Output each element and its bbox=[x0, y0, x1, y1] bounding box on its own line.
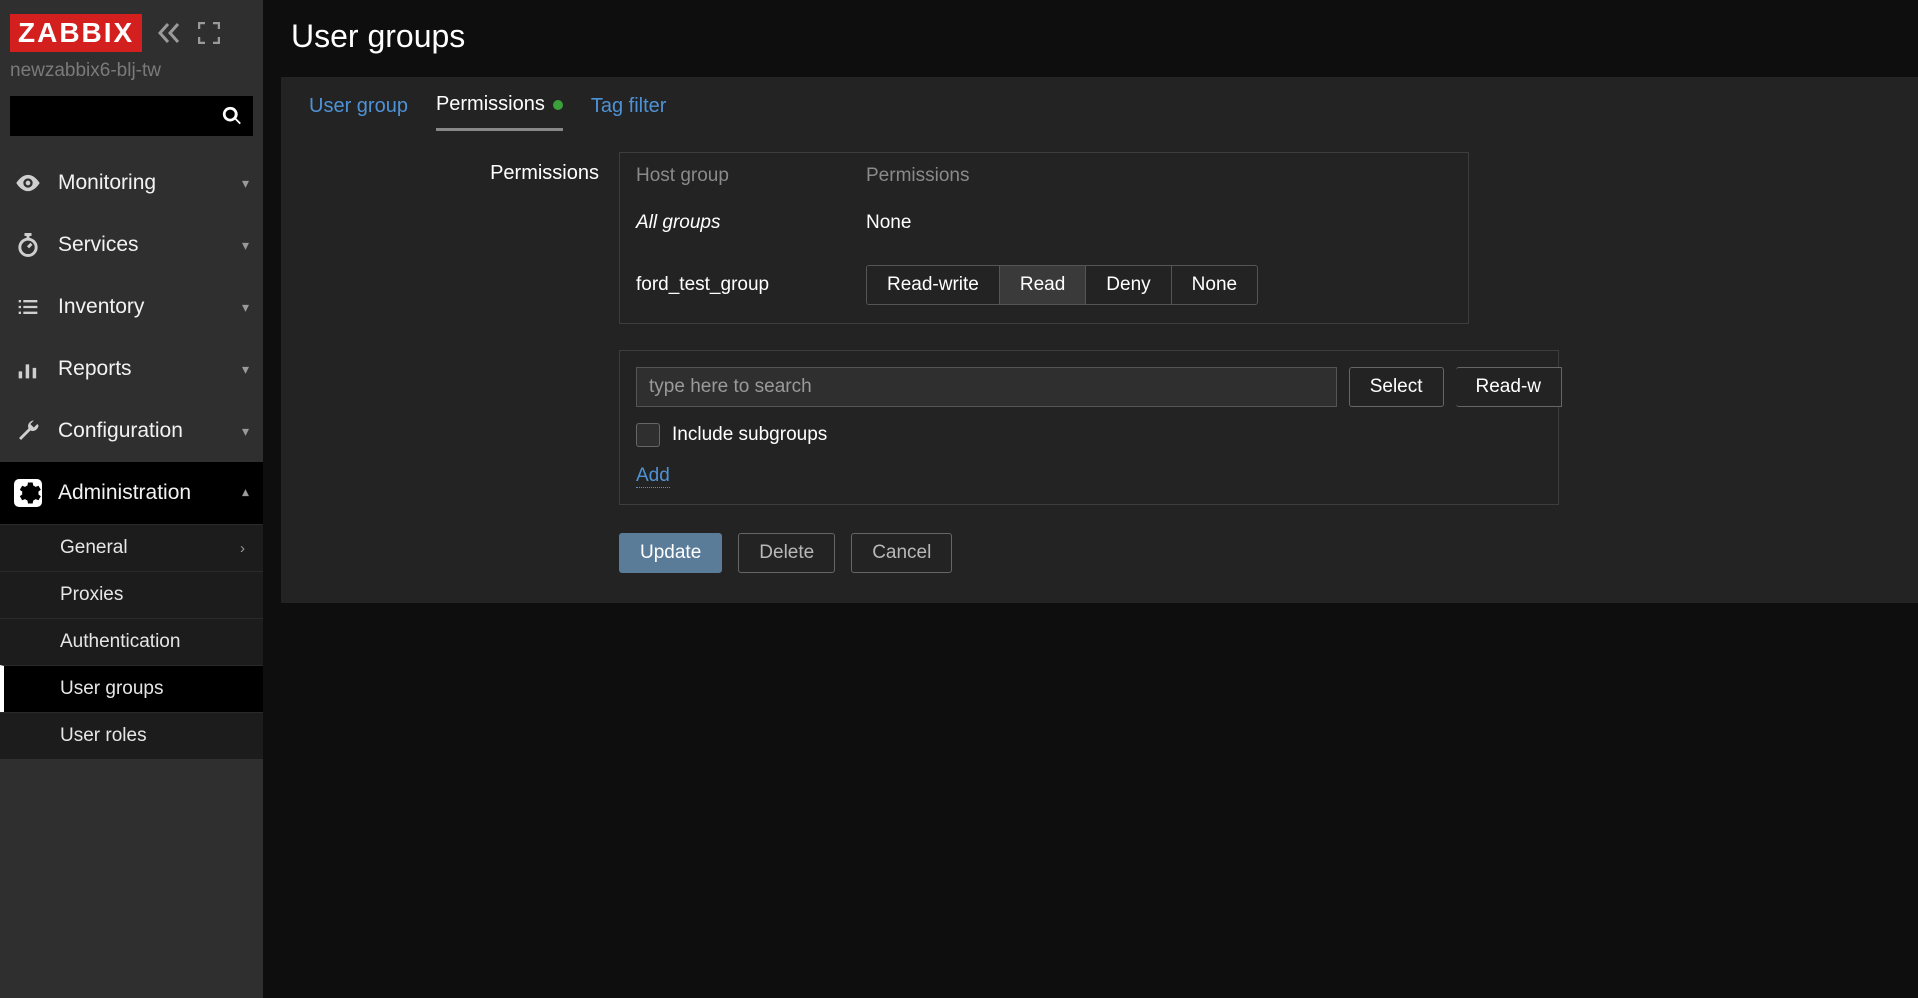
sidebar: ZABBIX newzabbix6-blj-tw Monitoring bbox=[0, 0, 263, 998]
tab-user-group[interactable]: User group bbox=[309, 93, 408, 131]
chevron-down-icon: ▾ bbox=[242, 423, 249, 440]
include-subgroups-label: Include subgroups bbox=[672, 424, 827, 446]
main-nav: Monitoring ▾ Services ▾ Inventory ▾ bbox=[0, 152, 263, 759]
server-name: newzabbix6-blj-tw bbox=[0, 60, 263, 96]
admin-subnav: General › Proxies Authentication User gr… bbox=[0, 524, 263, 759]
sidebar-header: ZABBIX bbox=[0, 0, 263, 60]
form-actions: Update Delete Cancel bbox=[619, 533, 1890, 573]
seg-none[interactable]: None bbox=[1172, 266, 1257, 304]
chevron-down-icon: ▾ bbox=[242, 237, 249, 254]
hostgroup-search-input[interactable] bbox=[636, 367, 1337, 407]
permission-segment: Read-write Read Deny None bbox=[866, 265, 1258, 305]
sub-label: General bbox=[60, 537, 128, 559]
tab-label: Permissions bbox=[436, 93, 545, 116]
sub-user-roles[interactable]: User roles bbox=[0, 712, 263, 759]
seg-deny[interactable]: Deny bbox=[1086, 266, 1171, 304]
all-groups-label: All groups bbox=[636, 212, 866, 234]
content-card: User group Permissions Tag filter Permis… bbox=[281, 77, 1918, 603]
delete-button[interactable]: Delete bbox=[738, 533, 835, 573]
tab-label: Tag filter bbox=[591, 95, 667, 118]
include-subgroups-checkbox[interactable] bbox=[636, 423, 660, 447]
page-title: User groups bbox=[263, 0, 1918, 77]
chevron-down-icon: ▾ bbox=[242, 361, 249, 378]
sub-label: Proxies bbox=[60, 584, 123, 606]
nav-configuration[interactable]: Configuration ▾ bbox=[0, 400, 263, 462]
chevron-down-icon: ▾ bbox=[242, 299, 249, 316]
hostgroup-name: ford_test_group bbox=[636, 274, 866, 296]
add-link[interactable]: Add bbox=[636, 465, 670, 488]
tab-label: User group bbox=[309, 95, 408, 118]
tabs: User group Permissions Tag filter bbox=[281, 77, 1918, 132]
chevron-right-icon: › bbox=[240, 540, 245, 557]
chevron-down-icon: ▾ bbox=[242, 175, 249, 192]
logo[interactable]: ZABBIX bbox=[10, 14, 142, 52]
nav-label: Monitoring bbox=[58, 171, 242, 195]
nav-inventory[interactable]: Inventory ▾ bbox=[0, 276, 263, 338]
nav-label: Administration bbox=[58, 481, 242, 505]
nav-label: Configuration bbox=[58, 419, 242, 443]
gear-icon bbox=[14, 479, 58, 507]
permissions-label: Permissions bbox=[309, 152, 619, 505]
nav-services[interactable]: Services ▾ bbox=[0, 214, 263, 276]
seg-read-write[interactable]: Read-write bbox=[867, 266, 1000, 304]
col-permissions: Permissions bbox=[866, 165, 1452, 187]
nav-label: Inventory bbox=[58, 295, 242, 319]
perm-readwrite-button[interactable]: Read-w bbox=[1456, 367, 1562, 407]
eye-icon bbox=[14, 169, 58, 197]
bar-chart-icon bbox=[14, 355, 58, 383]
nav-administration[interactable]: Administration ▾ bbox=[0, 462, 263, 524]
kiosk-mode-icon[interactable] bbox=[198, 22, 220, 44]
search-icon bbox=[221, 105, 243, 127]
all-groups-value: None bbox=[866, 212, 1452, 234]
wrench-icon bbox=[14, 417, 58, 445]
list-icon bbox=[14, 293, 58, 321]
seg-read[interactable]: Read bbox=[1000, 266, 1086, 304]
main-content: User groups User group Permissions Tag f… bbox=[263, 0, 1918, 998]
permissions-table: Host group Permissions All groups None f… bbox=[619, 152, 1469, 324]
select-button[interactable]: Select bbox=[1349, 367, 1444, 407]
sidebar-collapse-icon[interactable] bbox=[156, 22, 184, 44]
sub-user-groups[interactable]: User groups bbox=[0, 665, 263, 712]
global-search[interactable] bbox=[10, 96, 253, 136]
sub-general[interactable]: General › bbox=[0, 524, 263, 571]
chevron-up-icon: ▾ bbox=[242, 485, 249, 502]
sub-proxies[interactable]: Proxies bbox=[0, 571, 263, 618]
changed-dot-icon bbox=[553, 100, 563, 110]
tab-permissions[interactable]: Permissions bbox=[436, 93, 563, 131]
nav-reports[interactable]: Reports ▾ bbox=[0, 338, 263, 400]
nav-label: Reports bbox=[58, 357, 242, 381]
sub-label: Authentication bbox=[60, 631, 180, 653]
update-button[interactable]: Update bbox=[619, 533, 722, 573]
cancel-button[interactable]: Cancel bbox=[851, 533, 952, 573]
sub-authentication[interactable]: Authentication bbox=[0, 618, 263, 665]
col-host-group: Host group bbox=[636, 165, 866, 187]
stopwatch-icon bbox=[14, 231, 58, 259]
add-panel: Select Read-w Include subgroups Add bbox=[619, 350, 1559, 505]
nav-label: Services bbox=[58, 233, 242, 257]
sub-label: User roles bbox=[60, 725, 147, 747]
tab-tag-filter[interactable]: Tag filter bbox=[591, 93, 667, 131]
sub-label: User groups bbox=[60, 678, 164, 700]
nav-monitoring[interactable]: Monitoring ▾ bbox=[0, 152, 263, 214]
